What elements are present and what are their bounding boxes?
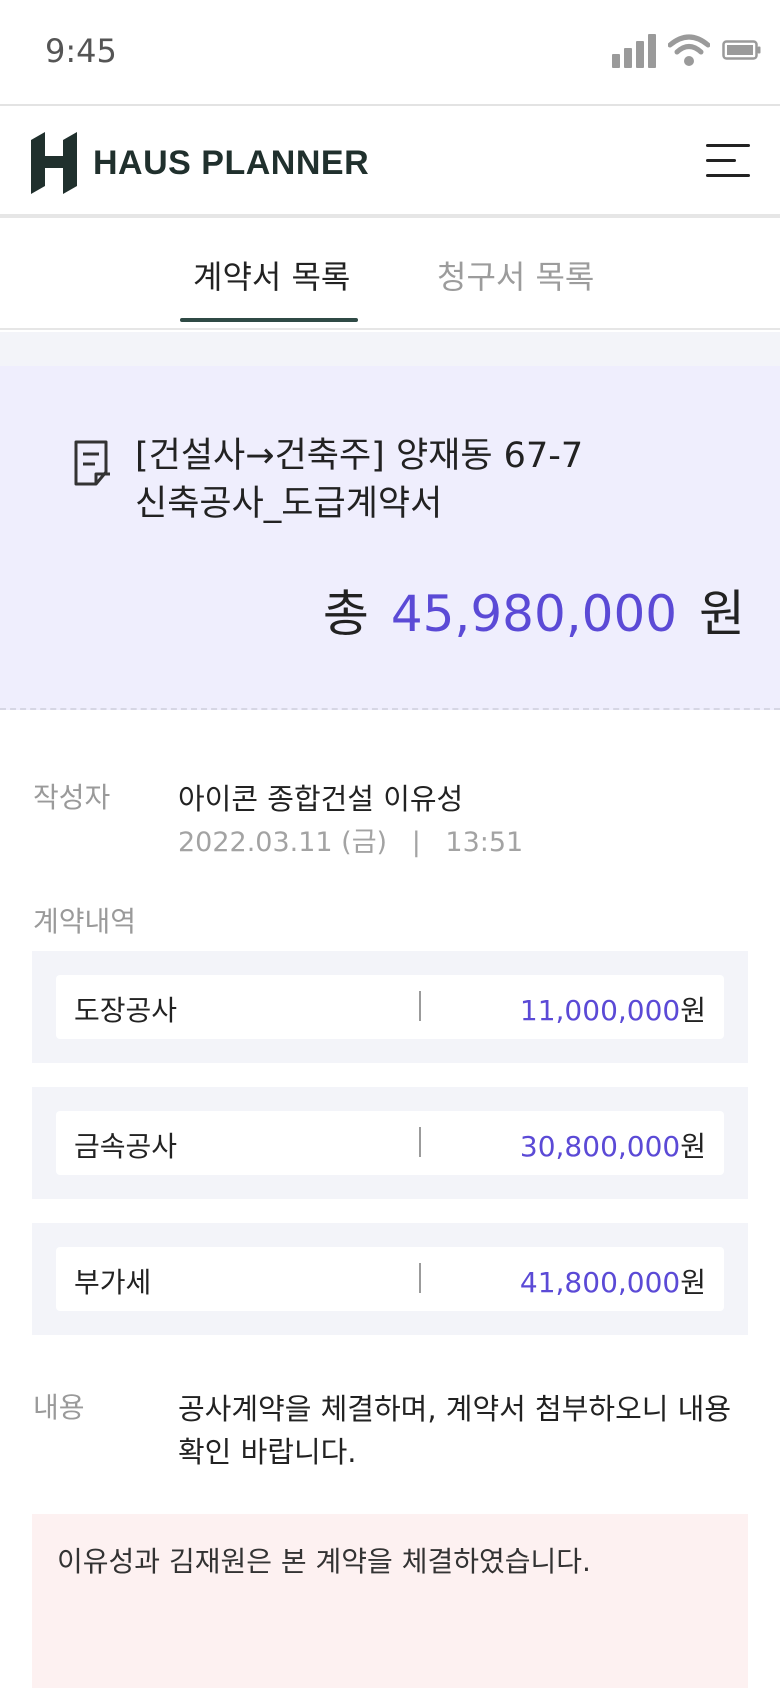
content-label: 내용: [33, 1391, 85, 1424]
menu-icon-line-middle: [706, 159, 736, 162]
battery-icon: [722, 40, 761, 60]
contract-summary: [건설사→건축주] 양재동 67-7 신축공사_도급계약서 총 45,980,0…: [0, 366, 780, 710]
item-separator: [419, 1127, 421, 1157]
tab-active-indicator: [180, 318, 358, 322]
contract-title-line1: [건설사→건축주] 양재동 67-7: [135, 436, 584, 476]
menu-icon-line-top: [706, 144, 750, 147]
contract-item-card: 부가세 41,800,000원: [56, 1247, 724, 1311]
menu-button[interactable]: [706, 144, 750, 178]
contract-title: [건설사→건축주] 양재동 67-7 신축공사_도급계약서: [135, 432, 735, 528]
contract-item: 금속공사 30,800,000원: [32, 1087, 748, 1199]
wifi-icon: [668, 34, 710, 66]
status-icons: [612, 32, 762, 68]
logo-mark-icon: [31, 132, 77, 194]
created-time: 13:51: [445, 827, 524, 858]
signal-icon: [612, 32, 656, 68]
status-bar: 9:45: [0, 0, 780, 106]
author-label: 작성자: [33, 781, 111, 814]
agreement-notice: 이유성과 김재원은 본 계약을 체결하였습니다.: [32, 1514, 748, 1688]
total-amount: 45,980,000: [390, 585, 678, 643]
tab-bar: 계약서 목록 청구서 목록: [0, 220, 780, 330]
content-line2: 확인 바랍니다.: [178, 1435, 357, 1469]
logo[interactable]: HAUS PLANNER: [31, 132, 369, 194]
total-prefix: 총: [322, 585, 369, 643]
document-icon: [74, 440, 110, 486]
contract-total: 총 45,980,000 원: [323, 574, 745, 646]
item-amount: 11,000,000: [519, 994, 681, 1027]
item-separator: [419, 1263, 421, 1293]
tab-invoice-list[interactable]: 청구서 목록: [437, 252, 594, 298]
item-separator: [419, 991, 421, 1021]
item-unit: 원: [680, 994, 706, 1027]
logo-text: HAUS PLANNER: [93, 143, 370, 182]
menu-icon-line-bottom: [706, 174, 750, 177]
tab-contract-list[interactable]: 계약서 목록: [193, 252, 350, 298]
item-name: 금속공사: [74, 1130, 178, 1163]
total-unit: 원: [699, 585, 745, 643]
contract-item: 도장공사 11,000,000원: [32, 951, 748, 1063]
item-unit: 원: [680, 1130, 706, 1163]
status-time: 9:45: [45, 32, 117, 70]
item-name: 도장공사: [74, 994, 178, 1027]
agreement-notice-text: 이유성과 김재원은 본 계약을 체결하였습니다.: [57, 1545, 591, 1578]
contract-title-line2: 신축공사_도급계약서: [135, 484, 443, 524]
created-date: 2022.03.11 (금): [178, 827, 388, 858]
contract-item-card: 도장공사 11,000,000원: [56, 975, 724, 1039]
item-price: 41,800,000원: [520, 1261, 706, 1301]
items-label: 계약내역: [33, 905, 137, 938]
item-name: 부가세: [74, 1266, 152, 1299]
item-price: 11,000,000원: [520, 989, 706, 1029]
contract-item-card: 금속공사 30,800,000원: [56, 1111, 724, 1175]
contract-item: 부가세 41,800,000원: [32, 1223, 748, 1335]
section-gap: [0, 332, 780, 366]
author-value: 아이콘 종합건설 이유성: [178, 782, 464, 816]
content-line1: 공사계약을 체결하며, 계약서 첨부하오니 내용: [178, 1392, 732, 1426]
date-separator: |: [411, 827, 421, 858]
app-header: HAUS PLANNER: [0, 108, 780, 218]
created-datetime: 2022.03.11 (금) | 13:51: [178, 820, 523, 859]
item-price: 30,800,000원: [520, 1125, 706, 1165]
item-amount: 41,800,000: [519, 1266, 681, 1299]
item-unit: 원: [680, 1266, 706, 1299]
item-amount: 30,800,000: [519, 1130, 681, 1163]
